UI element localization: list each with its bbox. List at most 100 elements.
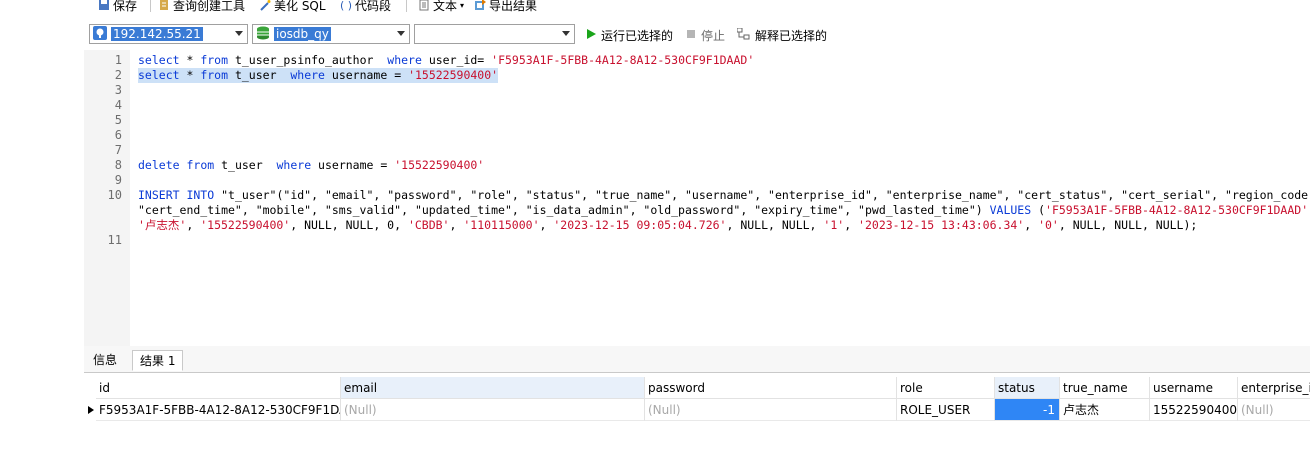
cell-username[interactable]: 15522590400: [1150, 399, 1238, 421]
sql-text: user_id=: [421, 53, 492, 67]
column-header-password[interactable]: password: [645, 377, 897, 399]
beautify-sql-button[interactable]: 美化 SQL: [259, 0, 326, 14]
line-number: 1: [114, 53, 122, 67]
sql-text: , NULL, NULL, NULL);: [1058, 218, 1198, 232]
column-header-status[interactable]: status: [995, 377, 1060, 399]
query-builder-icon: [158, 0, 170, 11]
beautify-sql-label: 美化 SQL: [274, 0, 326, 13]
code-line-10-wrap-1: "cert_end_time", "mobile", "sms_valid", …: [138, 203, 1308, 218]
sql-keyword: where: [387, 53, 422, 67]
connection-bar: 192.142.55.21 iosdb_qy 运行已选择的 停止 解释已选择的: [0, 22, 1310, 48]
run-selected-button[interactable]: 运行已选择的: [585, 26, 673, 44]
sql-editor[interactable]: 1 2 3 4 5 6 7 8 9 10 11 select * from t_…: [84, 50, 1310, 346]
export-results-label: 导出结果: [489, 0, 538, 13]
column-header-id[interactable]: id: [96, 377, 341, 399]
sql-keyword: VALUES: [989, 203, 1032, 217]
stop-icon: [685, 28, 697, 43]
column-header-email[interactable]: email: [341, 377, 645, 399]
database-value: iosdb_qy: [274, 27, 331, 41]
tab-info[interactable]: 信息: [86, 350, 124, 371]
column-header-enterprise-id[interactable]: enterprise_i: [1238, 377, 1310, 399]
line-number: 11: [107, 233, 122, 247]
sql-text: ,: [186, 218, 201, 232]
sql-text: *: [179, 68, 201, 82]
sql-text: "t_user"("id", "email", "password", "rol…: [214, 188, 1310, 202]
sql-text: *: [179, 53, 201, 67]
save-button[interactable]: 保存: [98, 0, 137, 14]
result-tabs: 信息 结果 1: [84, 346, 1310, 373]
sql-string: '15522590400': [200, 218, 291, 232]
explain-icon: [736, 27, 751, 43]
line-number: 3: [114, 83, 122, 97]
export-results-button[interactable]: 导出结果: [474, 0, 537, 14]
sql-keyword: from: [200, 53, 229, 67]
line-number: 5: [114, 113, 122, 127]
sql-string: 'F5953A1F-5FBB-4A12-8A12-530CF9F1DAAD': [1045, 203, 1309, 217]
connection-select[interactable]: 192.142.55.21: [89, 24, 248, 44]
stop-label: 停止: [701, 28, 726, 43]
snippet-label: 代码段: [355, 0, 392, 13]
line-number-gutter: 1 2 3 4 5 6 7 8 9 10 11: [84, 50, 130, 346]
column-header-username[interactable]: username: [1150, 377, 1238, 399]
column-header-true-name[interactable]: true_name: [1060, 377, 1150, 399]
sql-text: ,: [1024, 218, 1039, 232]
sql-string: '卢志杰': [138, 218, 187, 232]
play-icon: [585, 28, 597, 43]
sql-keyword: select: [138, 68, 180, 82]
sql-text: username =: [311, 158, 395, 172]
column-header-role[interactable]: role: [897, 377, 995, 399]
sql-string: '1': [823, 218, 845, 232]
sql-text: t_user_psinfo_author: [228, 53, 388, 67]
current-row-indicator-icon: [88, 406, 94, 414]
line-number: 10: [107, 188, 122, 202]
sql-text: ,: [539, 218, 554, 232]
snippet-icon: ( ): [340, 0, 352, 12]
sql-text: t_user: [228, 68, 291, 82]
line-number: 4: [114, 98, 122, 112]
export-icon: [474, 0, 486, 11]
chevron-down-icon: [235, 31, 243, 36]
result-grid: id email password role status true_name …: [84, 377, 1310, 455]
cell-password[interactable]: (Null): [645, 399, 897, 421]
code-line-1: select * from t_user_psinfo_author where…: [138, 53, 754, 68]
line-number: 7: [114, 143, 122, 157]
connection-value: 192.142.55.21: [111, 27, 203, 41]
sql-text: , NULL, NULL,: [726, 218, 824, 232]
sql-text: "cert_end_time", "mobile", "sms_valid", …: [138, 203, 990, 217]
save-label: 保存: [113, 0, 138, 13]
code-line-10-wrap-2: '卢志杰', '15522590400', NULL, NULL, 0, 'CB…: [138, 218, 1197, 233]
sql-string: '15522590400': [394, 158, 485, 172]
chevron-down-icon: [562, 31, 570, 36]
line-number: 8: [114, 158, 122, 172]
code-area[interactable]: select * from t_user_psinfo_author where…: [138, 50, 1310, 346]
svg-text:( ): ( ): [340, 0, 352, 11]
sql-keyword: where: [290, 68, 325, 82]
database-select[interactable]: iosdb_qy: [252, 24, 410, 44]
sql-keyword: from: [186, 158, 215, 172]
sql-keyword: from: [200, 68, 229, 82]
text-document-icon: [418, 0, 430, 11]
sql-string: '2023-12-15 13:43:06.34': [858, 218, 1025, 232]
sql-text: t_user: [214, 158, 277, 172]
sql-keyword: where: [276, 158, 312, 172]
query-builder-button[interactable]: 查询创建工具: [158, 0, 245, 14]
cell-true-name[interactable]: 卢志杰: [1060, 399, 1150, 421]
sql-text: (: [1031, 203, 1046, 217]
cell-id[interactable]: F5953A1F-5FBB-4A12-8A12-530CF9F1DAA: [96, 399, 341, 421]
explain-selected-button[interactable]: 解释已选择的: [736, 26, 827, 44]
code-line-8: delete from t_user where username = '155…: [138, 158, 484, 173]
line-number: 9: [114, 173, 122, 187]
schema-select[interactable]: [414, 24, 575, 44]
tab-result-1[interactable]: 结果 1: [132, 350, 184, 371]
cell-email[interactable]: (Null): [341, 399, 645, 421]
code-line-2-selected: select * from t_user where username = '1…: [138, 68, 499, 83]
snippet-button[interactable]: ( ) 代码段: [340, 0, 391, 14]
text-button[interactable]: 文本 ▾: [418, 0, 464, 14]
stop-button[interactable]: 停止: [685, 26, 725, 44]
run-selected-label: 运行已选择的: [601, 28, 674, 43]
line-number: 2: [114, 68, 122, 82]
cell-enterprise-id[interactable]: (Null): [1238, 399, 1310, 421]
cell-role[interactable]: ROLE_USER: [897, 399, 995, 421]
cell-status-selected[interactable]: -1: [995, 399, 1060, 421]
line-number: 6: [114, 128, 122, 142]
